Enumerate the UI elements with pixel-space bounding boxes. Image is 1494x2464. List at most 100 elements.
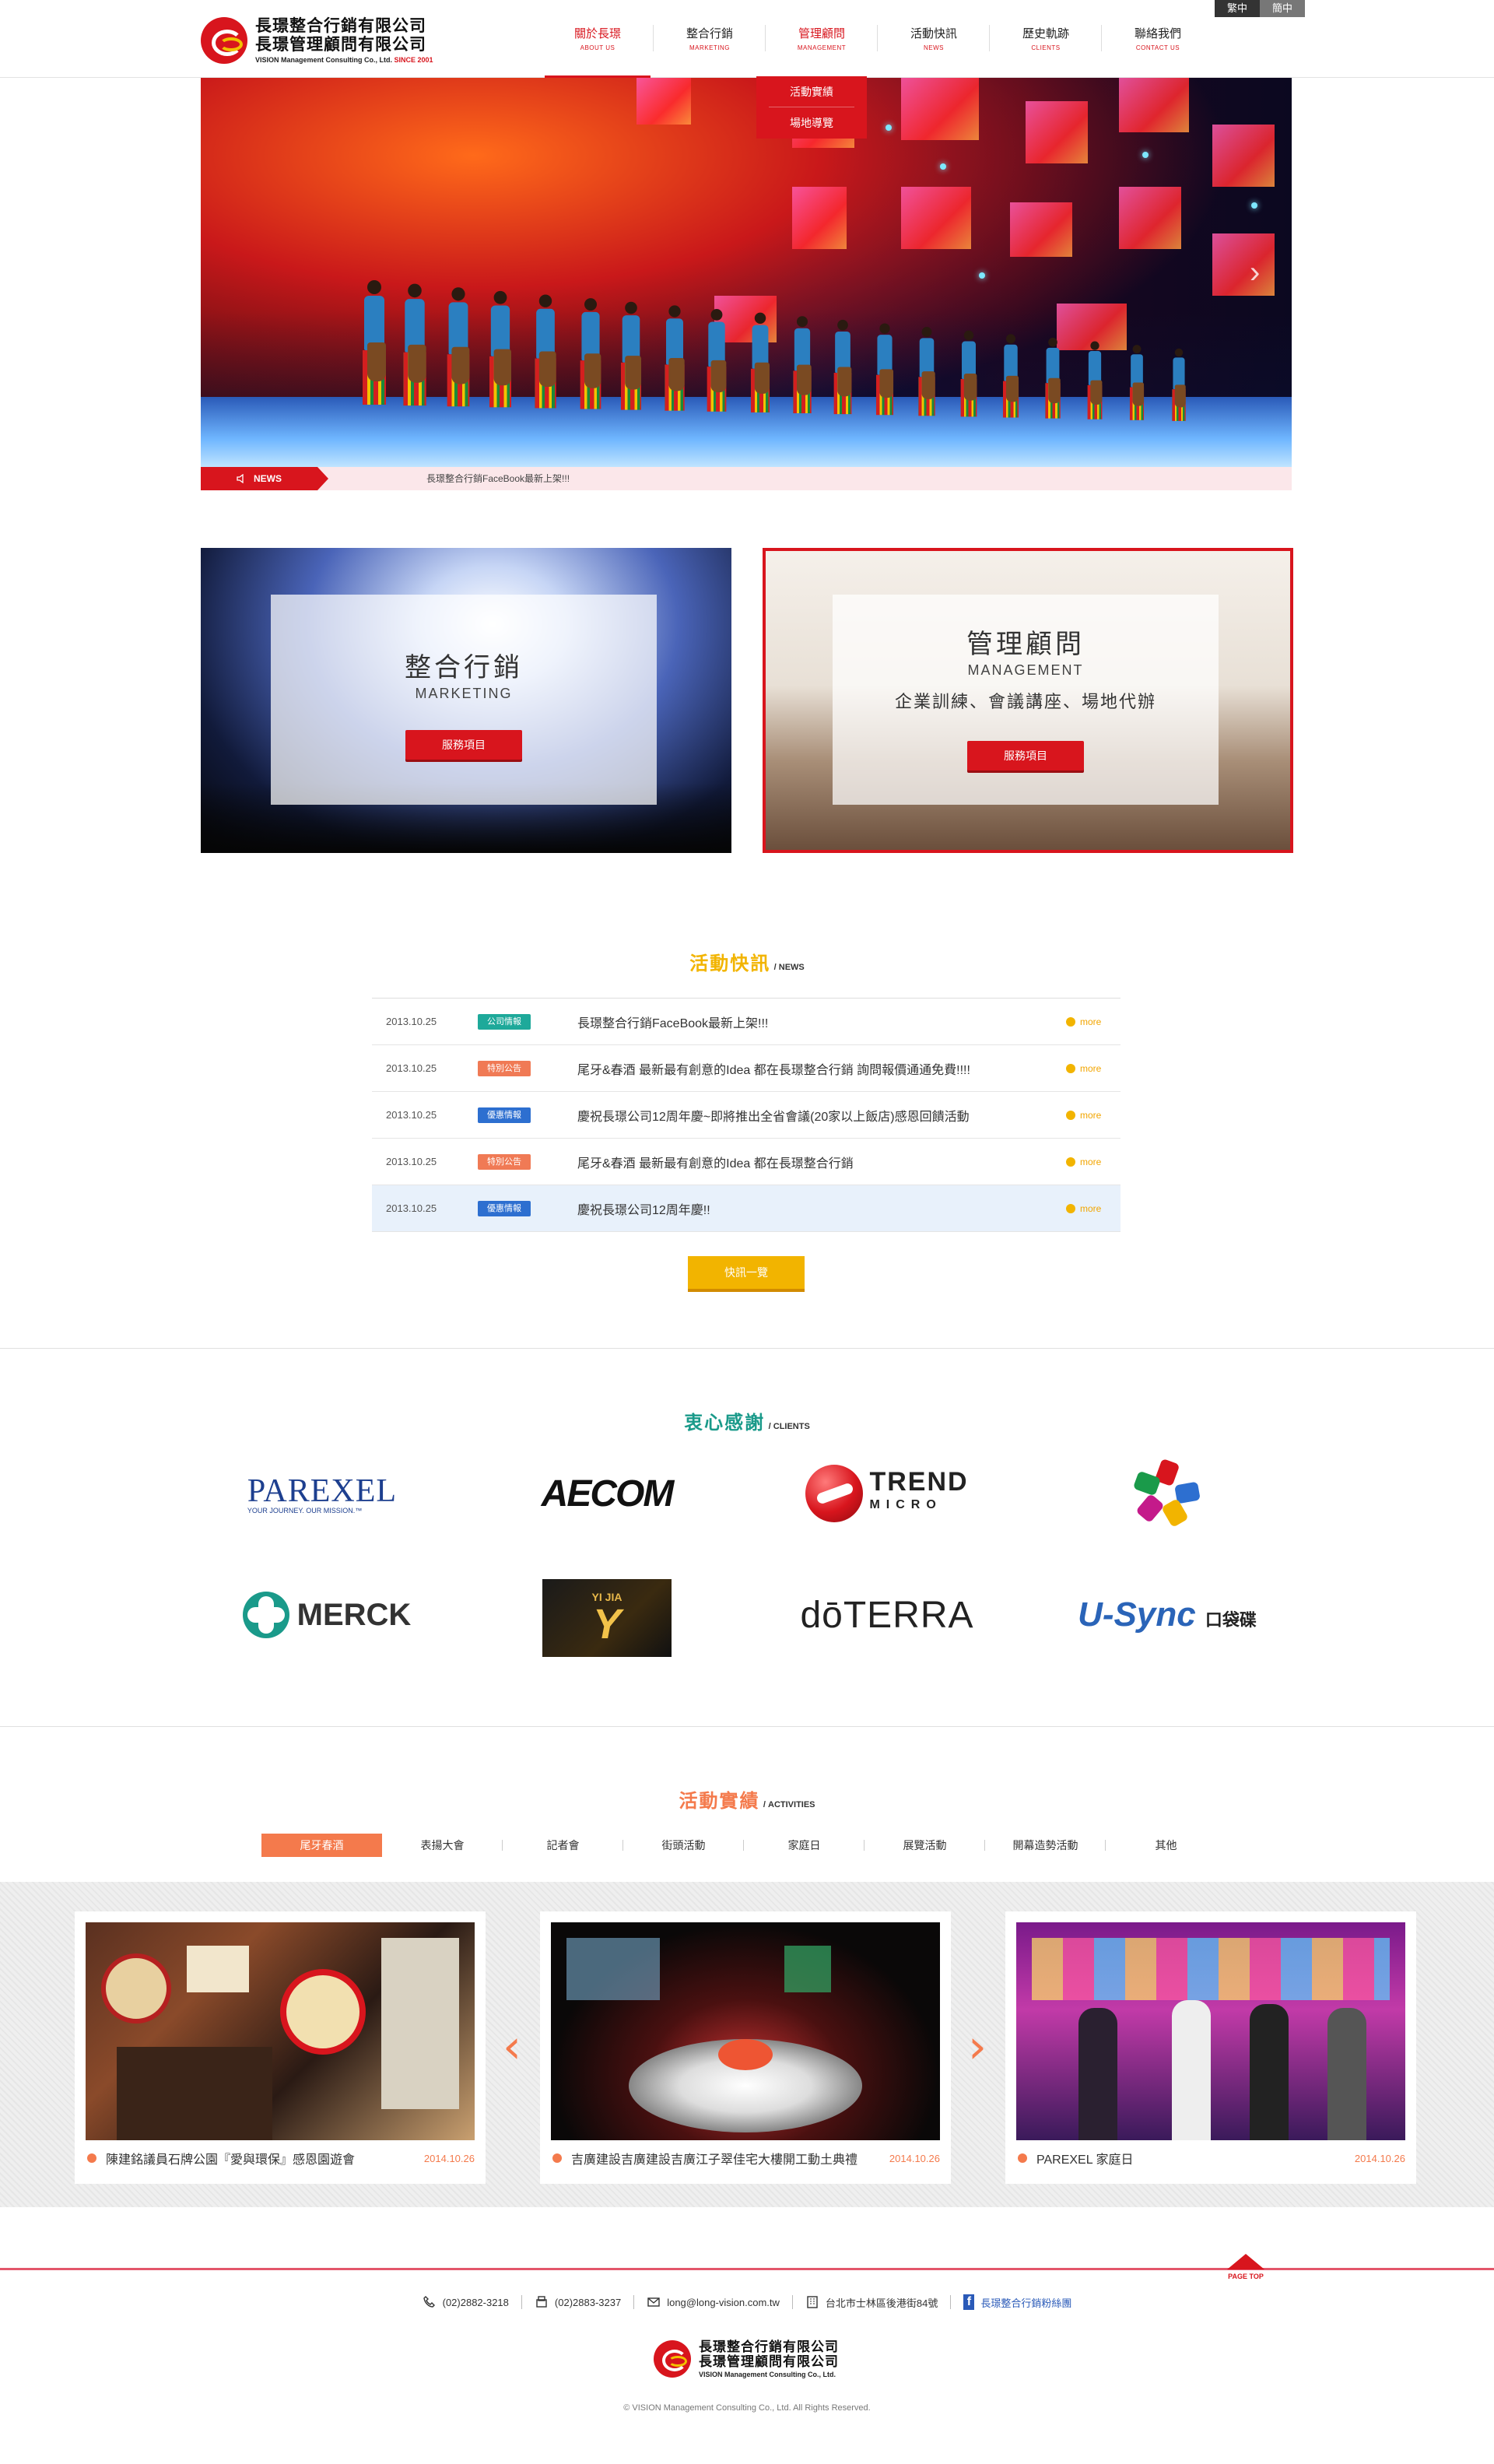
tab-awards[interactable]: 表揚大會 — [382, 1834, 503, 1857]
nav-about[interactable]: 關於長璟 ABOUT US — [542, 0, 654, 78]
performer-figure — [403, 283, 426, 444]
client-logo-usync: U-Sync 口袋碟 — [1078, 1595, 1257, 1634]
management-card-subtitle: MANAGEMENT — [967, 662, 1084, 678]
performer-figure — [363, 280, 386, 444]
marketing-services-button[interactable]: 服務項目 — [405, 730, 522, 760]
news-badge: 特別公告 — [478, 1060, 531, 1076]
marketing-card-subtitle: MARKETING — [415, 686, 513, 701]
more-link[interactable]: more — [1066, 1016, 1120, 1027]
footer-email[interactable]: long@long-vision.com.tw — [647, 2295, 780, 2309]
main-nav: 關於長璟 ABOUT US 整合行銷 MARKETING 管理顧問 MANAGEMEN… — [542, 0, 1214, 78]
bullet-icon — [552, 2153, 562, 2163]
marketing-card-title: 整合行銷 — [405, 653, 523, 683]
news-badge: 優惠情報 — [478, 1107, 531, 1123]
news-badge: 優惠情報 — [478, 1200, 531, 1216]
more-dot-icon — [1066, 1016, 1075, 1027]
nav-contact[interactable]: 聯絡我們 CONTACT US — [1102, 0, 1214, 78]
tab-year-end-party[interactable]: 尾牙春酒 — [261, 1834, 382, 1857]
carousel-prev-arrow[interactable]: ‹ — [503, 2023, 521, 2070]
language-switch: 繁中 簡中 — [1215, 0, 1305, 17]
footer-contact: (02)2882-3218 (02)2883-3237 long@long-vi… — [0, 2294, 1494, 2310]
performer-figure — [535, 294, 556, 444]
more-dot-icon — [1066, 1203, 1075, 1213]
footer-facebook[interactable]: f 長璟整合行銷粉絲團 — [963, 2294, 1071, 2310]
carousel-next-arrow[interactable]: › — [968, 2023, 987, 2070]
performer-figure — [707, 308, 727, 444]
trend-micro-icon — [805, 1465, 864, 1522]
logo-english-name: VISION Management Consulting Co., Ltd. S… — [255, 56, 433, 64]
phone-icon — [423, 2296, 435, 2308]
clients-section-title: 衷心感謝 / CLIENTS — [684, 1413, 810, 1434]
activity-card[interactable]: 陳建銘議員石牌公園『愛與環保』感恩園遊會 2014.10.26 — [75, 1911, 486, 2184]
tab-other[interactable]: 其他 — [1106, 1834, 1226, 1857]
divider — [0, 1726, 1494, 1727]
news-badge: 特別公告 — [478, 1153, 531, 1170]
activity-photo — [551, 1922, 940, 2140]
performer-figure — [1045, 337, 1061, 444]
client-logo-colorful-star — [1066, 1451, 1268, 1536]
footer-tel: (02)2882-3218 — [423, 2295, 509, 2309]
activity-photo — [1016, 1922, 1405, 2140]
client-logo-yijia: YI JIA Y — [506, 1575, 708, 1661]
management-card[interactable]: 管理顧問 MANAGEMENT 企業訓練、會議講座、場地代辦 服務項目 — [763, 548, 1293, 853]
tab-street[interactable]: 街頭活動 — [623, 1834, 744, 1857]
more-link[interactable]: more — [1066, 1203, 1120, 1214]
bullet-icon — [1018, 2153, 1027, 2163]
page-top-button[interactable]: PAGE TOP — [1219, 2254, 1273, 2280]
facebook-icon: f — [963, 2294, 975, 2310]
performer-figure — [793, 316, 812, 444]
client-logo-doterra: dōTERRA — [800, 1594, 974, 1636]
fax-icon — [536, 2296, 547, 2308]
news-ticker-tag: NEWS — [201, 467, 328, 490]
merck-icon — [242, 1592, 289, 1638]
news-ticker: NEWS 長璟整合行銷FaceBook最新上架!!! — [201, 467, 1292, 490]
performer-figure — [875, 323, 894, 444]
performer-figure — [489, 290, 512, 444]
news-all-button[interactable]: 快訊一覽 — [688, 1256, 805, 1289]
performer-figure — [833, 319, 852, 444]
nav-news[interactable]: 活動快訊 NEWS — [878, 0, 990, 78]
performer-figure — [1129, 345, 1145, 444]
mail-icon — [647, 2297, 660, 2307]
client-logo-trend-micro: TREND MICRO — [786, 1451, 988, 1536]
client-logo-merck: MERCK — [226, 1572, 428, 1658]
site-logo[interactable]: 長璟整合行銷有限公司 長璟管理顧問有限公司 VISION Management … — [201, 17, 433, 64]
more-link[interactable]: more — [1066, 1110, 1120, 1121]
building-icon — [807, 2296, 818, 2308]
colorful-star-icon — [1132, 1458, 1201, 1528]
lang-simplified-button[interactable]: 簡中 — [1260, 0, 1305, 17]
tab-exhibition[interactable]: 展覽活動 — [864, 1834, 985, 1857]
lang-traditional-button[interactable]: 繁中 — [1215, 0, 1260, 17]
activity-card[interactable]: PAREXEL 家庭日 2014.10.26 — [1005, 1911, 1416, 2184]
news-row[interactable]: 2013.10.25 特別公告 尾牙&春酒 最新最有創意的Idea 都在長璟整合… — [372, 1045, 1120, 1092]
tab-press[interactable]: 記者會 — [503, 1834, 623, 1857]
more-dot-icon — [1066, 1157, 1075, 1167]
management-services-button[interactable]: 服務項目 — [967, 741, 1084, 770]
nav-marketing[interactable]: 整合行銷 MARKETING — [654, 0, 766, 78]
news-row[interactable]: 2013.10.25 特別公告 尾牙&春酒 最新最有創意的Idea 都在長璟整合… — [372, 1139, 1120, 1185]
dropdown-item-activities[interactable]: 活動實績 — [769, 76, 854, 107]
bullet-icon — [87, 2153, 96, 2163]
activity-card[interactable]: 吉廣建設吉廣建設吉廣江子翠佳宅大樓開工動土典禮 2014.10.26 — [540, 1911, 951, 2184]
tab-family-day[interactable]: 家庭日 — [744, 1834, 864, 1857]
performer-figure — [750, 312, 770, 444]
nav-management[interactable]: 管理顧問 MANAGEMENT — [766, 0, 878, 78]
news-list: 2013.10.25 公司情報 長璟整合行銷FaceBook最新上架!!! mo… — [372, 998, 1120, 1232]
divider — [0, 1348, 1494, 1349]
management-card-title: 管理顧問 — [966, 630, 1085, 659]
tab-opening[interactable]: 開幕造勢活動 — [985, 1834, 1106, 1857]
marketing-card[interactable]: 整合行銷 MARKETING 服務項目 — [201, 548, 731, 853]
hero-slideshow: › — [201, 78, 1292, 467]
news-row[interactable]: 2013.10.25 優惠情報 慶祝長璟公司12周年慶!! more — [372, 1185, 1120, 1232]
news-row[interactable]: 2013.10.25 優惠情報 慶祝長璟公司12周年慶~即將推出全省會議(20家… — [372, 1092, 1120, 1139]
performer-figure — [580, 298, 601, 444]
more-link[interactable]: more — [1066, 1063, 1120, 1074]
activity-photo — [86, 1922, 475, 2140]
more-dot-icon — [1066, 1110, 1075, 1120]
nav-clients[interactable]: 歷史軌跡 CLIENTS — [990, 0, 1102, 78]
hero-next-arrow[interactable]: › — [1250, 257, 1265, 288]
news-ticker-text[interactable]: 長璟整合行銷FaceBook最新上架!!! — [426, 467, 570, 490]
news-row[interactable]: 2013.10.25 公司情報 長璟整合行銷FaceBook最新上架!!! mo… — [372, 999, 1120, 1045]
more-link[interactable]: more — [1066, 1157, 1120, 1167]
dropdown-item-venue[interactable]: 場地導覽 — [769, 107, 854, 139]
